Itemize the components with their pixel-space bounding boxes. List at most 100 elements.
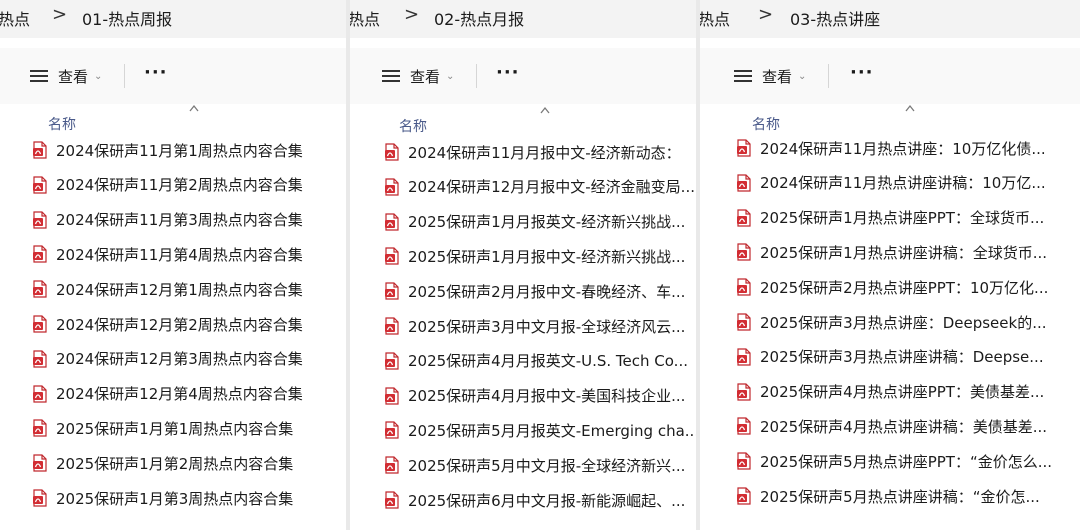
pdf-file-icon xyxy=(736,452,752,470)
view-label: 查看 xyxy=(762,67,793,86)
file-name: 2024保研声11月第3周热点内容合集 xyxy=(56,211,303,230)
file-row[interactable]: 2025保研声4月热点讲座PPT：美债基差... xyxy=(700,375,1080,409)
file-row[interactable]: 2025保研声3月热点讲座讲稿：Deepse... xyxy=(700,340,1080,374)
pdf-file-icon xyxy=(736,208,752,227)
file-row[interactable]: 2025保研声1月第2周热点内容合集 xyxy=(0,446,346,480)
file-name: 2025保研声1月热点讲座讲稿：全球货币... xyxy=(760,243,1048,262)
file-list: 名称 2024保研声11月热点讲座：10万亿化债... 2024保研声11月热点讲… xyxy=(700,104,1080,530)
file-name: 2024保研声11月第2周热点内容合集 xyxy=(56,176,303,195)
pdf-file-icon xyxy=(736,417,752,435)
file-name: 2025保研声2月热点讲座PPT：10万亿化... xyxy=(760,278,1049,297)
command-bar: 查看 ⌄ ··· xyxy=(350,48,696,105)
file-row[interactable]: 2024保研声11月月报中文-经济新动态： xyxy=(350,135,696,169)
file-name: 2025保研声3月中文月报-全球经济风云... xyxy=(408,317,686,336)
file-name: 2024保研声12月第2周热点内容合集 xyxy=(56,315,303,334)
pdf-file-icon xyxy=(384,282,400,300)
breadcrumb: 热点 > 01-热点周报 xyxy=(0,0,346,38)
chevron-down-icon: ⌄ xyxy=(446,70,455,82)
file-row[interactable]: 2025保研声1月月报英文-经济新兴挑战... xyxy=(350,205,696,239)
file-name: 2025保研声5月中文月报-全球经济新兴... xyxy=(408,456,686,475)
file-name: 2024保研声11月热点讲座讲稿：10万亿... xyxy=(760,174,1046,193)
file-row[interactable]: 2025保研声3月中文月报-全球经济风云... xyxy=(350,309,696,343)
list-view-icon xyxy=(382,69,400,83)
file-row[interactable]: 2025保研声5月中文月报-全球经济新兴... xyxy=(350,448,696,482)
more-options-button[interactable]: ··· xyxy=(850,62,874,83)
column-header-name[interactable]: 名称 xyxy=(399,116,427,136)
pdf-file-icon xyxy=(32,176,48,194)
sort-ascending-icon[interactable] xyxy=(189,104,199,112)
breadcrumb-current[interactable]: 03-热点讲座 xyxy=(790,6,880,30)
file-row[interactable]: 2025保研声5月月报英文-Emerging cha... xyxy=(350,413,696,447)
file-name: 2025保研声1月第2周热点内容合集 xyxy=(56,454,294,473)
file-name: 2025保研声1月热点讲座PPT：全球货币... xyxy=(760,209,1045,228)
pdf-file-icon xyxy=(32,489,48,507)
breadcrumb-parent[interactable]: 热点 xyxy=(700,6,730,30)
pdf-file-icon xyxy=(32,419,48,437)
file-row[interactable]: 2025保研声4月月报英文-U.S. Tech Co... xyxy=(350,344,696,378)
breadcrumb-current[interactable]: 02-热点月报 xyxy=(434,6,524,30)
file-row[interactable]: 2024保研声11月第1周热点内容合集 xyxy=(0,133,346,167)
file-row[interactable]: 2025保研声5月热点讲座PPT：“金价怎么... xyxy=(700,444,1080,478)
explorer-pane-lectures: 热点 > 03-热点讲座 查看 ⌄ ··· 名称 2024保研声11月热点讲座：… xyxy=(700,0,1080,530)
pdf-file-icon xyxy=(384,143,400,161)
file-row[interactable]: 2025保研声2月热点讲座PPT：10万亿化... xyxy=(700,270,1080,304)
file-name: 2024保研声11月第4周热点内容合集 xyxy=(56,245,303,264)
file-name: 2025保研声3月热点讲座：Deepseek的... xyxy=(760,313,1047,332)
file-row[interactable]: 2024保研声12月第4周热点内容合集 xyxy=(0,377,346,411)
file-row[interactable]: 2024保研声12月第1周热点内容合集 xyxy=(0,272,346,306)
chevron-right-icon: > xyxy=(52,4,68,25)
breadcrumb-parent[interactable]: 热点 xyxy=(350,6,380,30)
file-row[interactable]: 2024保研声11月热点讲座讲稿：10万亿... xyxy=(700,166,1080,200)
file-name: 2024保研声12月第1周热点内容合集 xyxy=(56,280,303,299)
more-options-button[interactable]: ··· xyxy=(496,62,520,83)
file-row[interactable]: 2024保研声11月第3周热点内容合集 xyxy=(0,203,346,237)
file-name: 2025保研声4月月报中文-美国科技企业... xyxy=(408,387,686,406)
file-row[interactable]: 2024保研声11月第4周热点内容合集 xyxy=(0,237,346,271)
file-row[interactable]: 2024保研声12月月报中文-经济金融变局... xyxy=(350,170,696,204)
file-row[interactable]: 2025保研声5月热点讲座讲稿：“金价怎... xyxy=(700,479,1080,513)
file-row[interactable]: 2025保研声4月热点讲座讲稿：美债基差... xyxy=(700,409,1080,443)
file-row[interactable]: 2025保研声1月热点讲座PPT：全球货币... xyxy=(700,201,1080,235)
file-row[interactable]: 2025保研声4月月报中文-美国科技企业... xyxy=(350,379,696,413)
file-row[interactable]: 2025保研声1月第3周热点内容合集 xyxy=(0,481,346,515)
file-row[interactable]: 2024保研声12月第3周热点内容合集 xyxy=(0,342,346,376)
sort-ascending-icon[interactable] xyxy=(540,106,550,114)
file-row[interactable]: 2024保研声11月第2周热点内容合集 xyxy=(0,168,346,202)
file-row[interactable]: 2025保研声1月第1周热点内容合集 xyxy=(0,411,346,445)
view-button[interactable]: 查看 ⌄ xyxy=(734,62,806,90)
pdf-file-icon xyxy=(736,382,752,401)
file-name: 2025保研声5月热点讲座讲稿：“金价怎... xyxy=(760,487,1040,506)
file-row[interactable]: 2025保研声3月热点讲座：Deepseek的... xyxy=(700,305,1080,339)
file-row[interactable]: 2025保研声2月月报中文-春晚经济、车... xyxy=(350,274,696,308)
breadcrumb: 热点 > 03-热点讲座 xyxy=(700,0,1080,38)
pdf-file-icon xyxy=(384,491,400,509)
file-name: 2024保研声12月月报中文-经济金融变局... xyxy=(408,178,695,197)
pdf-file-icon xyxy=(736,313,752,331)
file-row[interactable]: 2025保研声6月中文月报-新能源崛起、... xyxy=(350,483,696,517)
file-row[interactable]: 2025保研声1月热点讲座讲稿：全球货币... xyxy=(700,235,1080,269)
view-label: 查看 xyxy=(410,67,441,86)
sort-ascending-icon[interactable] xyxy=(905,104,915,112)
file-name: 2025保研声4月热点讲座PPT：美债基差... xyxy=(760,383,1045,402)
view-button[interactable]: 查看 ⌄ xyxy=(30,62,102,90)
file-name: 2025保研声5月热点讲座PPT：“金价怎么... xyxy=(760,452,1053,471)
chevron-down-icon: ⌄ xyxy=(94,70,103,82)
view-label: 查看 xyxy=(58,67,89,86)
file-name: 2025保研声4月月报英文-U.S. Tech Co... xyxy=(408,352,688,371)
more-options-button[interactable]: ··· xyxy=(144,62,168,83)
pdf-file-icon xyxy=(736,243,752,261)
pdf-file-icon xyxy=(384,456,400,474)
file-name: 2025保研声1月第1周热点内容合集 xyxy=(56,419,294,438)
file-row[interactable]: 2024保研声12月第2周热点内容合集 xyxy=(0,307,346,341)
breadcrumb-current[interactable]: 01-热点周报 xyxy=(82,6,172,30)
list-view-icon xyxy=(734,69,752,83)
file-row[interactable]: 2025保研声1月月报中文-经济新兴挑战... xyxy=(350,239,696,273)
file-name: 2024保研声12月第4周热点内容合集 xyxy=(56,385,303,404)
view-button[interactable]: 查看 ⌄ xyxy=(382,62,454,90)
file-name: 2025保研声1月第3周热点内容合集 xyxy=(56,489,294,508)
column-header-name[interactable]: 名称 xyxy=(48,114,76,134)
pdf-file-icon xyxy=(384,317,400,335)
breadcrumb-parent[interactable]: 热点 xyxy=(0,6,30,30)
file-name: 2024保研声11月第1周热点内容合集 xyxy=(56,141,303,160)
file-row[interactable]: 2024保研声11月热点讲座：10万亿化债... xyxy=(700,131,1080,165)
